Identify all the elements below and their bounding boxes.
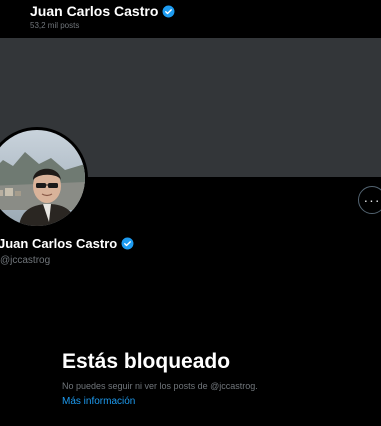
profile-name-text: Juan Carlos Castro xyxy=(0,236,118,251)
top-header: Juan Carlos Castro 53,2 mil posts xyxy=(0,0,381,38)
profile-handle: @jccastrog xyxy=(0,255,51,266)
verified-badge-icon xyxy=(162,5,175,17)
blocked-description: No puedes seguir ni ver los posts de @jc… xyxy=(62,381,258,391)
header-name: Juan Carlos Castro xyxy=(30,3,159,19)
more-horizontal-icon: ··· xyxy=(363,192,381,208)
blocked-title: Estás bloqueado xyxy=(62,350,231,373)
verified-badge-icon xyxy=(121,237,134,250)
more-info-link[interactable]: Más información xyxy=(62,396,135,407)
header-posts-count: 53,2 mil posts xyxy=(30,21,80,30)
avatar-photo xyxy=(0,130,85,226)
header-title: Juan Carlos Castro xyxy=(30,3,175,19)
more-options-button[interactable]: ··· xyxy=(358,186,381,214)
profile-display-name: Juan Carlos Castro xyxy=(0,236,134,251)
